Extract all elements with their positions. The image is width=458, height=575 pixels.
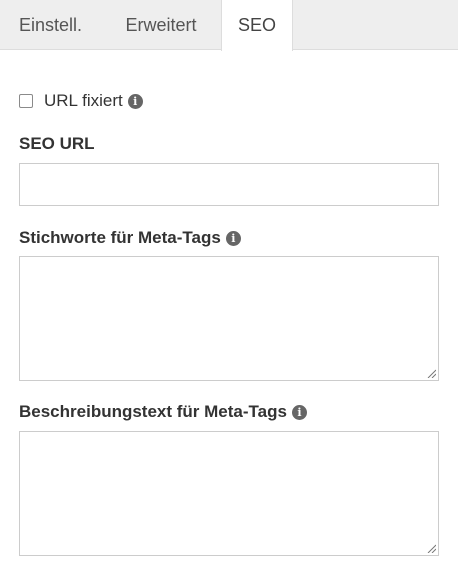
- info-circle-icon[interactable]: i: [291, 404, 307, 420]
- seo-url-input[interactable]: [19, 163, 439, 206]
- description-textarea[interactable]: [19, 431, 439, 556]
- resize-grip-icon[interactable]: [426, 368, 436, 378]
- url-fixed-label[interactable]: URL fixiert: [44, 91, 123, 111]
- keywords-label: Stichworte für Meta-Tags i: [19, 228, 241, 248]
- keywords-textarea[interactable]: [19, 256, 439, 381]
- tab-erweitert[interactable]: Erweitert: [102, 0, 220, 50]
- info-circle-icon[interactable]: i: [225, 230, 241, 246]
- description-label-text: Beschreibungstext für Meta-Tags: [19, 402, 287, 421]
- tab-seo[interactable]: SEO: [221, 0, 293, 51]
- info-circle-icon[interactable]: i: [127, 93, 143, 109]
- tab-einstell[interactable]: Einstell.: [0, 0, 101, 50]
- description-label: Beschreibungstext für Meta-Tags i: [19, 402, 307, 422]
- resize-grip-icon[interactable]: [426, 543, 436, 553]
- keywords-label-text: Stichworte für Meta-Tags: [19, 228, 221, 247]
- url-fixed-checkbox[interactable]: [19, 94, 33, 108]
- tab-bar: Einstell. Erweitert SEO: [0, 0, 458, 51]
- url-fixed-row: URL fixiert i: [19, 90, 143, 112]
- seo-url-label: SEO URL: [19, 134, 95, 154]
- seo-url-label-text: SEO URL: [19, 134, 95, 153]
